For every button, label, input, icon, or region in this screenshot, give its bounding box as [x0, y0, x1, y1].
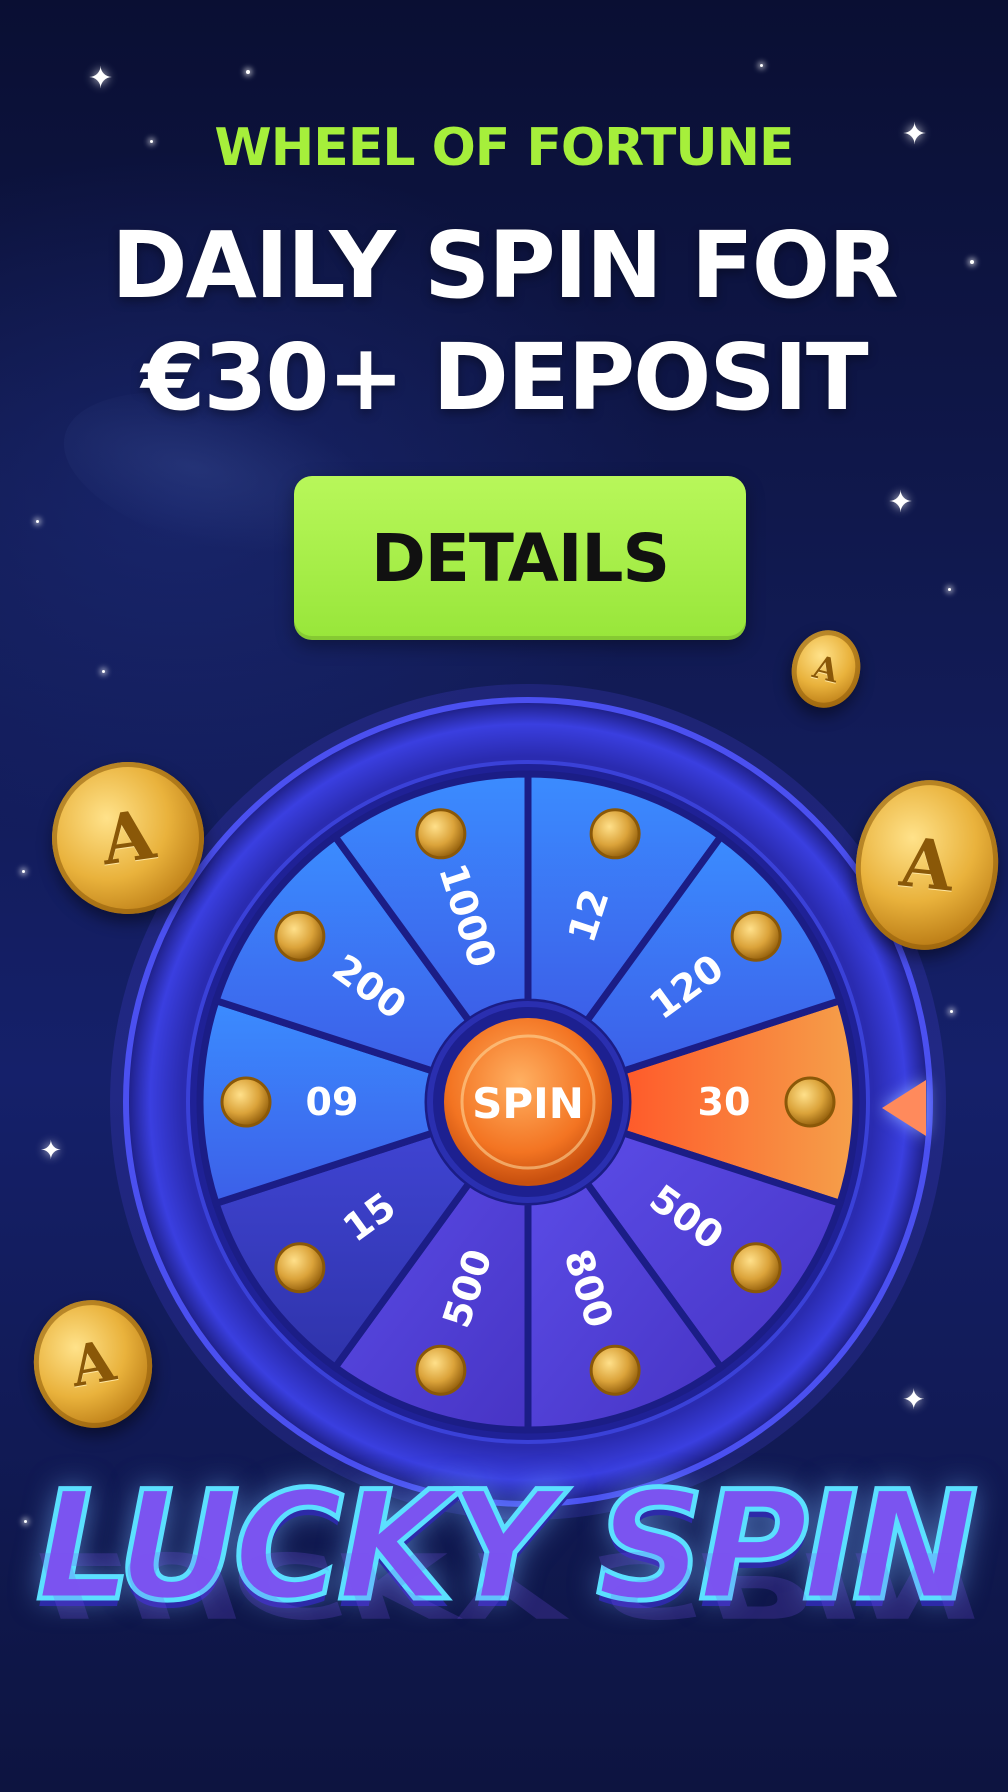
coin-letter: A	[809, 647, 843, 691]
segment-coin-icon	[730, 1242, 782, 1294]
segment-coin-icon	[220, 1076, 272, 1128]
segment-coin-icon	[589, 808, 641, 860]
coin-letter: A	[65, 1327, 121, 1401]
segment-value-label: 30	[698, 1080, 751, 1124]
lucky-spin-title: LUCKY SPIN	[34, 1458, 981, 1637]
segment-coin-icon	[274, 1242, 326, 1294]
segment-coin-icon	[730, 910, 782, 962]
segment-coin-icon	[589, 1344, 641, 1396]
segment-coin-icon	[784, 1076, 836, 1128]
promo-banner: ✦ ✦ ✦ ✦ ✦ WHEEL OF FORTUNE DAILY SPIN FO…	[0, 0, 1008, 1792]
coin-letter: A	[96, 794, 160, 882]
coin-letter: A	[896, 822, 958, 908]
spin-label[interactable]: SPIN	[472, 1079, 584, 1128]
segment-coin-icon	[415, 1344, 467, 1396]
segment-value-label: 09	[306, 1080, 359, 1124]
triangle-pointer-icon	[882, 1080, 926, 1136]
segment-coin-icon	[274, 910, 326, 962]
segment-coin-icon	[415, 808, 467, 860]
